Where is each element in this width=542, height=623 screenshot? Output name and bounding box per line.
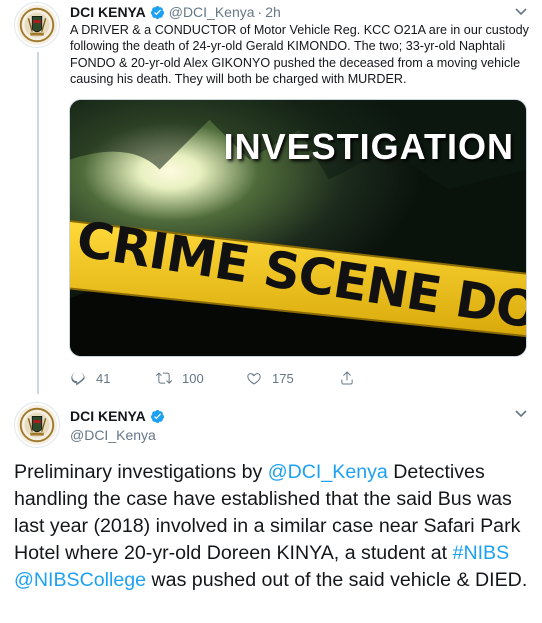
chevron-down-icon[interactable] [513, 405, 529, 421]
verified-badge-icon [150, 409, 165, 424]
retweet-count: 100 [182, 370, 204, 386]
tweet-2-text: Preliminary investigations by @DCI_Kenya… [14, 459, 534, 594]
timestamp[interactable]: 2h [265, 4, 281, 20]
avatar[interactable] [14, 2, 60, 48]
handle[interactable]: @DCI_Kenya [70, 427, 169, 443]
tweet-1-actions: 41 100 175 [70, 369, 355, 387]
tweet-2-text-part: Preliminary investigations by [14, 461, 268, 483]
display-name[interactable]: DCI KENYA [70, 408, 146, 424]
tweet-2-text-part: was pushed out of the said vehicle & DIE… [146, 569, 528, 591]
dci-crest-icon [16, 4, 58, 46]
tweet-1[interactable]: DCI KENYA @DCI_Kenya · 2h A DRIVER & a C… [0, 0, 542, 396]
tweet-1-text: A DRIVER & a CONDUCTOR of Motor Vehicle … [70, 23, 529, 86]
dci-crest-icon [16, 404, 58, 446]
share-button[interactable] [339, 370, 355, 386]
like-count: 175 [272, 370, 294, 386]
avatar[interactable] [14, 402, 60, 448]
mention-link[interactable]: @NIBSCollege [14, 569, 146, 591]
like-icon [247, 373, 261, 385]
tweet-1-header: DCI KENYA @DCI_Kenya · 2h [70, 3, 281, 21]
separator-dot: · [257, 4, 263, 20]
display-name[interactable]: DCI KENYA [70, 4, 146, 20]
reply-count: 41 [96, 370, 111, 386]
chevron-down-icon[interactable] [513, 3, 529, 19]
tweet-1-media-image[interactable]: INVESTIGATION CRIME SCENE DO NOT CROSS C… [69, 99, 527, 357]
tweet-2-header: DCI KENYA @DCI_Kenya [70, 407, 169, 443]
verified-badge-icon [150, 5, 165, 20]
reply-icon [71, 372, 85, 386]
share-icon [341, 371, 353, 385]
handle[interactable]: @DCI_Kenya [169, 4, 255, 20]
retweet-icon [156, 372, 172, 384]
hashtag-link[interactable]: #NIBS [453, 542, 510, 564]
thread-connector-line [37, 52, 39, 394]
reply-button[interactable]: 41 [70, 370, 156, 386]
media-headline: INVESTIGATION [223, 126, 514, 167]
like-button[interactable]: 175 [246, 370, 339, 386]
retweet-button[interactable]: 100 [156, 370, 246, 386]
mention-link[interactable]: @DCI_Kenya [268, 461, 388, 483]
